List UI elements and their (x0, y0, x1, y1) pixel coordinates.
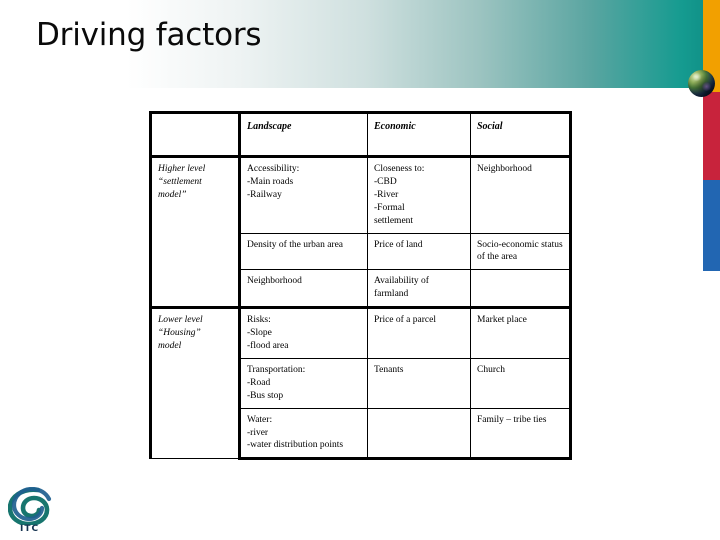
cell-economic: Price of a parcel (367, 306, 471, 359)
accent-color-strip (703, 0, 720, 271)
cell-economic (367, 407, 471, 461)
cell-line: -flood area (247, 340, 289, 351)
cell-social: Socio-economic status of the area (470, 232, 572, 271)
cell-line: Closeness to: (374, 164, 425, 174)
cell-social: Church (470, 357, 572, 409)
cell-line: model (158, 340, 182, 351)
table-row: Higher level “settlement model” Accessibili… (149, 154, 572, 309)
cell-landscape: Water: -river -water distribution points (239, 407, 368, 461)
cell-economic: Closeness to: -CBD -River -Formal settlement (367, 155, 471, 234)
cell-landscape: Density of the urban area (239, 232, 368, 271)
cell-line: -Slope (247, 328, 272, 339)
cell-line: Landscape (247, 121, 292, 132)
driving-factors-table: Landscape Economic Social Higher level “sett… (149, 111, 572, 461)
cell-line: Neighborhood (477, 164, 532, 174)
cell-line: Economic (374, 121, 416, 132)
cell-landscape: Transportation: -Road -Bus stop (239, 357, 368, 409)
cell-line: settlement (374, 215, 414, 226)
page-title: Driving factors (36, 17, 262, 53)
table-header-row: Landscape Economic Social (149, 111, 572, 158)
table-row: Lower level “Housing” model Risks: -Slope -fl… (149, 306, 572, 460)
cell-line: -water distribution points (247, 440, 344, 451)
itc-logo: ITC (8, 487, 62, 535)
cell-line: Risks: (247, 315, 271, 326)
cell-line: Lower level (158, 315, 203, 326)
accent-strip-red (703, 92, 720, 180)
cell-line: Accessibility: (247, 164, 300, 174)
cell-line: Neighborhood (247, 276, 302, 287)
cell-line: -Road (247, 377, 271, 388)
section-label-2: Lower level “Housing” model (149, 306, 241, 460)
cell-line: Higher level (158, 164, 206, 174)
cell-line: Church (477, 364, 505, 375)
cell-social: Neighborhood (470, 155, 572, 234)
cell-line: -Main roads (247, 176, 294, 187)
cell-line: Density of the urban area (247, 239, 344, 250)
cell-line: -Railway (247, 189, 282, 200)
cell-social: Market place (470, 306, 572, 359)
cell-social: Family – tribe ties (470, 407, 572, 461)
section-label-1: Higher level “settlement model” (149, 154, 241, 309)
cell-line: -River (374, 189, 399, 200)
cell-landscape: Risks: -Slope -flood area (239, 306, 368, 359)
cell-line: Social (477, 121, 503, 132)
column-header-4: Social (470, 111, 572, 158)
cell-line: Family – tribe ties (477, 414, 547, 425)
cell-line: Price of land (374, 239, 423, 250)
column-header-2: Landscape (239, 111, 368, 158)
cell-line: model” (158, 189, 187, 200)
cell-line: “Housing” (158, 328, 201, 339)
cell-line: Water: (247, 414, 273, 425)
accent-strip-blue (703, 180, 720, 271)
cell-line: -Formal (374, 202, 405, 213)
column-header-1 (149, 111, 241, 158)
cell-line: -Bus stop (247, 390, 284, 401)
cell-line: “settlement (158, 176, 202, 187)
cell-economic: Availability of farmland (367, 269, 471, 309)
cell-economic: Price of land (367, 232, 471, 271)
cell-economic: Tenants (367, 357, 471, 409)
cell-landscape: Accessibility: -Main roads -Railway (239, 155, 368, 234)
globe-icon (688, 70, 715, 97)
itc-spiral-icon (8, 487, 52, 525)
cell-social (470, 269, 572, 309)
cell-line: Availability of farmland (374, 276, 432, 300)
cell-line: -CBD (374, 176, 397, 187)
cell-line: Price of a parcel (374, 315, 436, 326)
cell-line: Transportation: (247, 364, 306, 375)
column-header-3: Economic (367, 111, 471, 158)
cell-line: Tenants (374, 364, 404, 375)
cell-line: -river (247, 427, 269, 438)
cell-landscape: Neighborhood (239, 269, 368, 309)
itc-wordmark: ITC (20, 524, 40, 534)
cell-line: Socio-economic status of the area (477, 239, 566, 263)
cell-line: Market place (477, 315, 527, 326)
